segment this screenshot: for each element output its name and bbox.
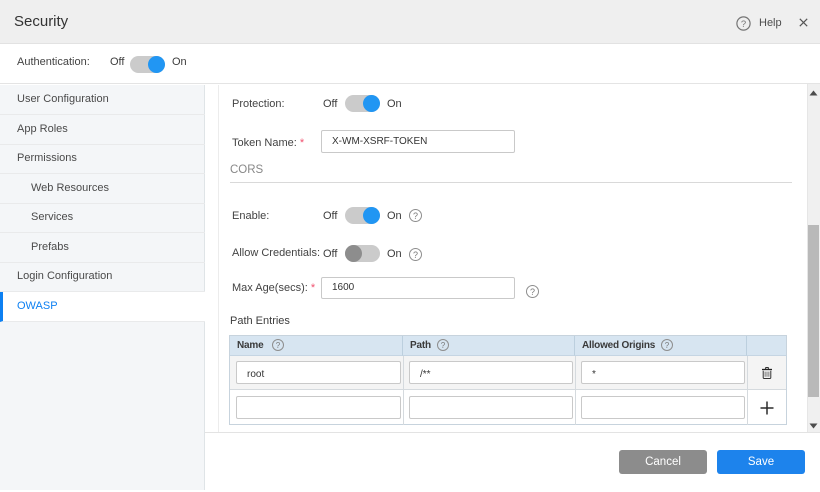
svg-text:?: ? xyxy=(741,19,746,30)
